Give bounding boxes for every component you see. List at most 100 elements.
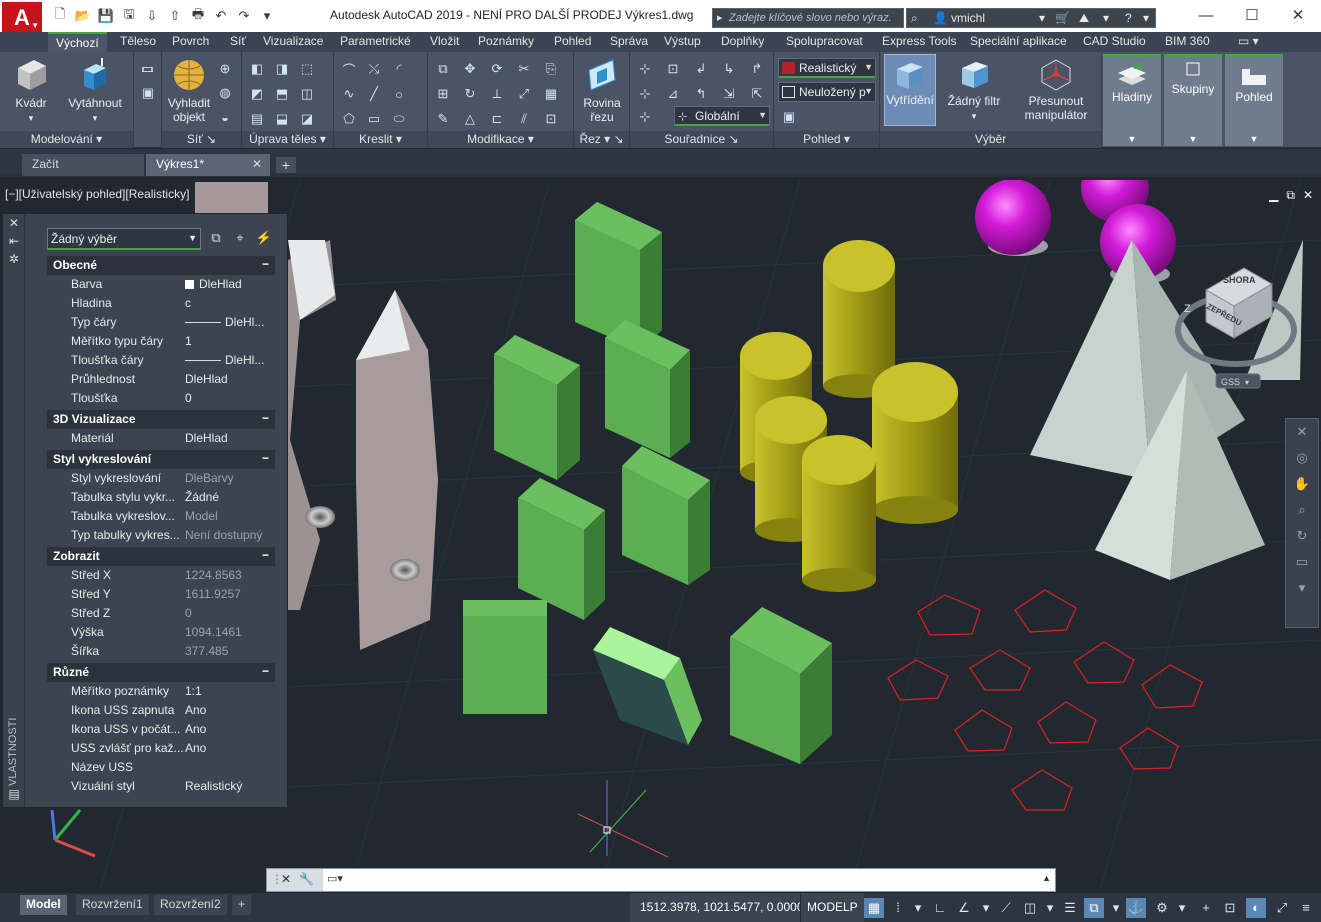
ribbon-tab-15[interactable]: CAD Studio bbox=[1083, 34, 1146, 48]
layout-tab-model[interactable]: Model bbox=[20, 895, 67, 915]
ucs-view-icon[interactable]: ↰ bbox=[690, 83, 712, 105]
ribbon-minimize-icon[interactable]: ▭ ▾ bbox=[1238, 34, 1259, 48]
panel-title-pohled[interactable]: Pohled ▾ bbox=[774, 131, 879, 148]
ribbon-tab-8[interactable]: Pohled bbox=[554, 34, 591, 48]
ucs-combo[interactable]: ⊹ Globální ▼ bbox=[674, 106, 770, 126]
ucs-origin-icon[interactable]: ⊹ bbox=[634, 83, 656, 105]
offset-icon[interactable]: ⫽ bbox=[513, 108, 535, 130]
polar-dropdown-icon[interactable]: ▾ bbox=[976, 898, 996, 918]
web-open-icon[interactable]: ⇩ bbox=[142, 7, 162, 25]
rectangle-icon[interactable]: ▭ bbox=[363, 108, 385, 130]
move-gizmo-button[interactable]: Přesunout manipulátor bbox=[1014, 56, 1098, 122]
panel-title-kreslit[interactable]: Kreslit ▾ bbox=[334, 131, 427, 148]
ribbon-tab-9[interactable]: Správa bbox=[610, 34, 648, 48]
new-file-icon[interactable]: 🗋 bbox=[50, 6, 70, 25]
palette-properties-icon[interactable]: ▤ bbox=[3, 785, 25, 803]
minimize-icon[interactable]: — bbox=[1183, 0, 1229, 30]
ribbon-tab-14[interactable]: Speciální aplikace bbox=[970, 34, 1067, 48]
wcs-menu[interactable]: GSS bbox=[1221, 377, 1240, 387]
viewport-config-icon[interactable]: ▣ bbox=[778, 106, 800, 128]
zoom-icon[interactable]: ⌕ bbox=[1286, 497, 1318, 523]
viewport-controls-label[interactable]: [−][Uživatelský pohled][Realisticky] bbox=[5, 187, 189, 201]
ribbon-tab-13[interactable]: Express Tools bbox=[882, 34, 956, 48]
viewport-minimize-icon[interactable]: ▁ bbox=[1269, 188, 1278, 203]
smooth-object-button[interactable]: Vyhladit objekt bbox=[166, 56, 212, 124]
isodraft-icon[interactable]: ⟋ bbox=[996, 898, 1016, 918]
property-row[interactable]: Průhlednost DleHlad bbox=[47, 370, 275, 389]
command-close-icon[interactable]: ✕ bbox=[281, 872, 291, 886]
help-dropdown-icon[interactable]: ▾ bbox=[1143, 11, 1149, 25]
more-modify-icon[interactable]: ⊡ bbox=[540, 108, 562, 130]
ribbon-tab-3[interactable]: Síť bbox=[230, 34, 246, 48]
panel-title-uprava-teles[interactable]: Úprava těles ▾ bbox=[242, 131, 333, 148]
tab-drawing1[interactable]: Výkres1* ✕ bbox=[146, 154, 270, 176]
ribbon-tab-10[interactable]: Výstup bbox=[664, 34, 701, 48]
collapse-icon[interactable]: − bbox=[262, 451, 269, 465]
property-row[interactable]: Střed X 1224.8563 bbox=[47, 566, 275, 585]
property-section-header[interactable]: 3D Vizualizace − bbox=[47, 410, 275, 429]
cart-icon[interactable]: 🛒 bbox=[1055, 11, 1070, 25]
trim-icon[interactable]: ✂ bbox=[513, 58, 535, 80]
presspull-icon[interactable]: ▭ bbox=[137, 58, 159, 80]
union-icon[interactable]: ◧ bbox=[246, 58, 268, 80]
property-section-header[interactable]: Zobrazit − bbox=[47, 547, 275, 566]
property-section-header[interactable]: Styl vykreslování − bbox=[47, 450, 275, 469]
ucs-x-icon[interactable]: ↲ bbox=[690, 58, 712, 80]
property-row[interactable]: Střed Y 1611.9257 bbox=[47, 585, 275, 604]
grid-icon[interactable]: ▦ bbox=[864, 898, 884, 918]
panel-title-souradnice[interactable]: Souřadnice ↘ bbox=[630, 131, 773, 148]
viewcube-top-label[interactable]: SHORA bbox=[1223, 275, 1256, 285]
customization-icon[interactable]: ≡ bbox=[1296, 898, 1316, 918]
search-input[interactable]: Zadejte klíčové slovo nebo výraz. bbox=[712, 8, 904, 28]
culling-button[interactable]: Vytřídění bbox=[884, 54, 936, 126]
thicken-icon[interactable]: ▤ bbox=[246, 108, 268, 130]
ucs-world-icon[interactable]: ⊡ bbox=[662, 58, 684, 80]
smooth-icon[interactable]: ▣ bbox=[137, 82, 159, 104]
new-tab-button[interactable]: + bbox=[276, 157, 296, 173]
tab-start[interactable]: Začít bbox=[22, 154, 144, 176]
mesh-icon-2[interactable]: ◍ bbox=[214, 82, 236, 104]
user-dropdown-icon[interactable]: ▾ bbox=[1039, 11, 1045, 25]
mirror-icon[interactable]: ⧉ bbox=[432, 58, 454, 80]
toggle-pickadd-icon[interactable]: ⧉ bbox=[207, 230, 225, 248]
move-icon[interactable]: ✥ bbox=[459, 58, 481, 80]
ucs-named-icon[interactable]: ⊹ bbox=[634, 106, 656, 128]
solid-edit-icon[interactable]: ⬚ bbox=[296, 58, 318, 80]
ortho-icon[interactable]: ∟ bbox=[930, 898, 950, 918]
app-menu-button[interactable]: A ▼ bbox=[2, 2, 42, 36]
collapse-icon[interactable]: − bbox=[262, 548, 269, 562]
selection-cycling-icon[interactable]: ⧉ bbox=[1084, 898, 1104, 918]
command-input[interactable] bbox=[355, 871, 1015, 889]
annotation-monitor-icon[interactable]: + bbox=[1196, 898, 1216, 918]
quick-select-icon[interactable]: ⚡ bbox=[255, 230, 273, 248]
trim-draw-icon[interactable]: ⤯ bbox=[363, 58, 385, 80]
qat-dropdown-icon[interactable]: ▾ bbox=[257, 7, 277, 25]
3d-mirror-icon[interactable]: △ bbox=[459, 108, 481, 130]
ribbon-tab-1[interactable]: Těleso bbox=[120, 34, 156, 48]
help-icon[interactable]: ? bbox=[1125, 11, 1132, 25]
property-row[interactable]: Tabulka stylu vykr... Žádné bbox=[47, 488, 275, 507]
circle-icon[interactable]: ○ bbox=[388, 83, 410, 105]
viewport-restore-icon[interactable]: ⧉ bbox=[1286, 188, 1295, 203]
palette-settings-icon[interactable]: ✲ bbox=[3, 250, 25, 268]
undo-icon[interactable]: ↶ bbox=[211, 7, 231, 25]
mesh-icon-3[interactable]: ◒ bbox=[214, 106, 236, 128]
ribbon-tab-11[interactable]: Doplňky bbox=[721, 34, 764, 48]
add-layout-button[interactable]: + bbox=[232, 895, 252, 915]
imprint-icon[interactable]: ◪ bbox=[296, 108, 318, 130]
polygon-icon[interactable]: ⬠ bbox=[338, 108, 360, 130]
line-icon[interactable]: ╱ bbox=[363, 83, 385, 105]
extract-edges-icon[interactable]: ⬓ bbox=[271, 108, 293, 130]
spline-icon[interactable]: ∿ bbox=[338, 83, 360, 105]
ucs-face-icon[interactable]: ⇲ bbox=[718, 83, 740, 105]
open-file-icon[interactable]: 📂 bbox=[73, 7, 93, 25]
property-row[interactable]: Měřítko poznámky 1:1 bbox=[47, 682, 275, 701]
extrude-button[interactable]: Vytáhnout ▾ bbox=[62, 56, 128, 125]
intersect-icon[interactable]: ◩ bbox=[246, 83, 268, 105]
units-icon[interactable]: ⊡ bbox=[1220, 898, 1240, 918]
ribbon-tab-12[interactable]: Spolupracovat bbox=[786, 34, 863, 48]
property-row[interactable]: Materiál DleHlad bbox=[47, 429, 275, 448]
scale-icon[interactable]: ⤢ bbox=[513, 83, 535, 105]
subtract-icon[interactable]: ◨ bbox=[271, 58, 293, 80]
ucs-object-icon[interactable]: ⇱ bbox=[746, 83, 768, 105]
